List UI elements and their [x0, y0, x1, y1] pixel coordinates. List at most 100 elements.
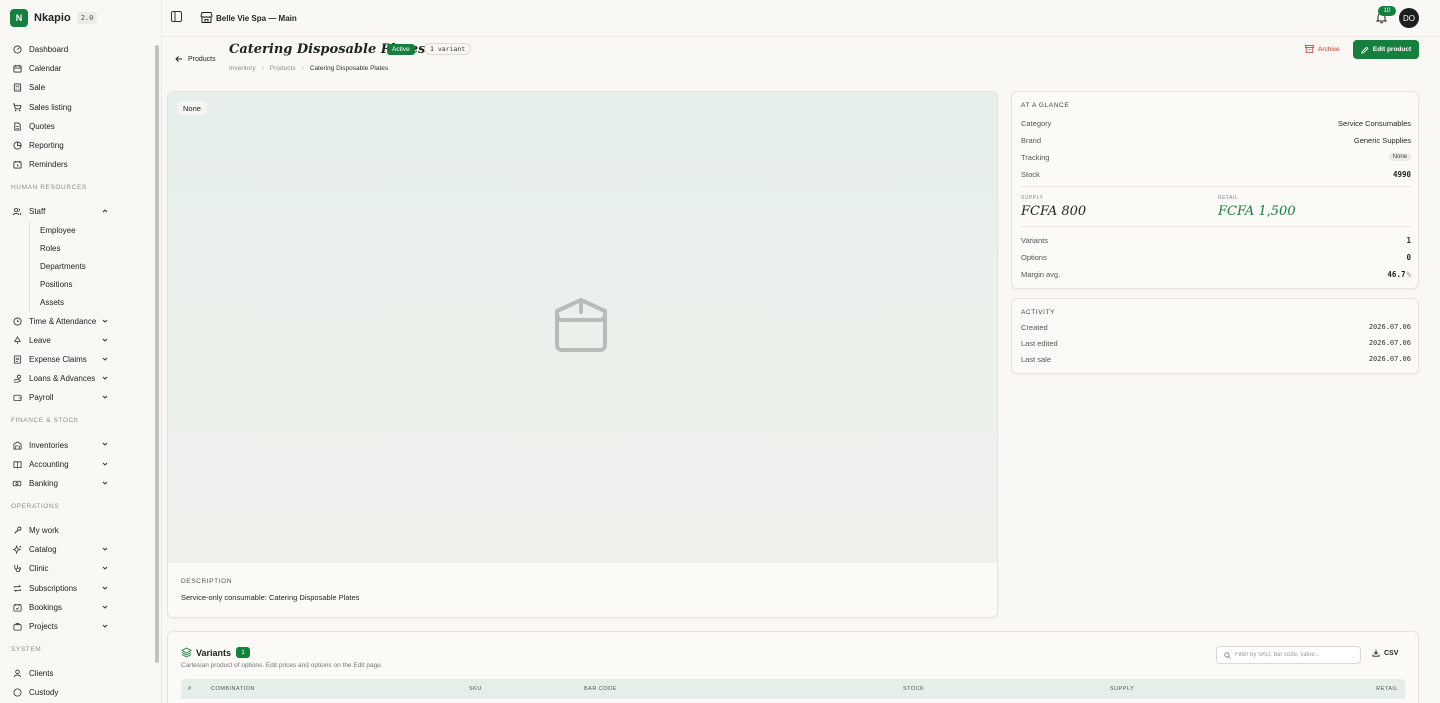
sidebar-item-label: Sales listing [29, 102, 72, 112]
csv-export-button[interactable]: CSV [1372, 649, 1398, 657]
breadcrumb-inventory[interactable]: Inventory [229, 65, 256, 72]
sidebar-item-label: Banking [29, 478, 58, 488]
sidebar-item-label: Expense Claims [29, 354, 87, 364]
variants-table-header: # COMBINATION SKU BAR CODE STOCK SUPPLY … [181, 679, 1405, 699]
stethoscope-icon [12, 564, 22, 574]
avatar[interactable]: DO [1399, 8, 1419, 28]
staff-submenu: Employee Roles Departments Positions Ass… [0, 221, 155, 312]
last-edited-row: Last edited 2026.07.06 [1021, 337, 1411, 349]
glance-divider [1021, 186, 1411, 187]
variant-filter-input[interactable] [1235, 652, 1355, 658]
brand-label: Brand [1021, 135, 1042, 145]
sidebar-item-inventories[interactable]: Inventories [0, 435, 155, 454]
column-header-retail: RETAIL [1376, 686, 1398, 692]
sidebar-item-label: Projects [29, 622, 58, 632]
document-icon [12, 121, 22, 131]
sidebar-item-staff[interactable]: Staff [0, 202, 155, 221]
sparkles-icon [12, 545, 22, 555]
sidebar-item-label: Staff [29, 207, 46, 217]
chevron-down-icon [102, 338, 108, 342]
user-icon [12, 669, 22, 679]
dashboard-icon [12, 45, 22, 55]
status-badge: Active [387, 44, 415, 55]
brand-value: Generic Supplies [1353, 135, 1411, 145]
sidebar-item-label: Leave [29, 335, 51, 345]
variants-label: Variants [1021, 235, 1048, 245]
back-to-products-link[interactable]: Products [175, 55, 216, 63]
archive-button[interactable]: Archive [1305, 45, 1340, 53]
sidebar-item-calendar[interactable]: Calendar [0, 59, 155, 78]
edit-button-label: Edit product [1372, 46, 1412, 53]
sidebar-item-label: Loans & Advances [29, 374, 96, 384]
sidebar-subitem-assets[interactable]: Assets [0, 294, 155, 312]
variants-title: Variants [196, 648, 232, 658]
warehouse-icon [12, 440, 22, 450]
image-tag: None [177, 101, 207, 115]
sidebar-item-custody[interactable]: Custody [0, 683, 155, 702]
sidebar-item-label: Sale [29, 83, 46, 93]
chevron-down-icon [102, 586, 108, 590]
sidebar-item-quotes[interactable]: Quotes [0, 117, 155, 136]
sidebar-item-expense-claims[interactable]: Expense Claims [0, 350, 155, 369]
panel-toggle-icon[interactable] [171, 11, 182, 22]
column-header-index: # [188, 686, 192, 692]
breadcrumb: Inventory › Products › Catering Disposab… [229, 65, 388, 72]
sidebar-item-reminders[interactable]: Reminders [0, 155, 155, 174]
sidebar-item-catalog[interactable]: Catalog [0, 540, 155, 559]
glance-divider [1021, 226, 1411, 227]
pencil-icon [1361, 46, 1369, 54]
sidebar-item-label: Custody [29, 688, 59, 698]
sidebar-item-projects[interactable]: Projects [0, 617, 155, 636]
sidebar-item-sale[interactable]: Sale [0, 78, 155, 97]
sidebar-item-time-attendance[interactable]: Time & Attendance [0, 312, 155, 331]
category-value: Service Consumables [1338, 118, 1411, 128]
wrench-icon [12, 526, 22, 536]
sidebar-item-payroll[interactable]: Payroll [0, 388, 155, 407]
custody-icon [12, 688, 22, 698]
created-row: Created 2026.07.06 [1021, 321, 1411, 333]
sidebar-item-dashboard[interactable]: Dashboard [0, 40, 155, 59]
variant-count-badge: 1 variant [424, 43, 472, 55]
brand[interactable]: N Nkapio 2.0 [10, 9, 98, 27]
sidebar-item-subscriptions[interactable]: Subscriptions [0, 579, 155, 598]
sidebar-subitem-departments[interactable]: Departments [0, 258, 155, 276]
sidebar-item-accounting[interactable]: Accounting [0, 455, 155, 474]
store-name[interactable]: Belle Vie Spa — Main [216, 14, 297, 23]
sidebar-item-clinic[interactable]: Clinic [0, 559, 155, 578]
pie-chart-icon [12, 141, 22, 151]
sidebar-item-leave[interactable]: Leave [0, 331, 155, 350]
brand-logo: N [10, 9, 28, 27]
sidebar-item-banking[interactable]: Banking [0, 474, 155, 493]
breadcrumb-products[interactable]: Products [270, 65, 296, 72]
chevron-down-icon [102, 605, 108, 609]
margin-row: Margin avg. 46.7% [1021, 268, 1411, 280]
last-sale-row: Last sale 2026.07.06 [1021, 353, 1411, 365]
variant-filter[interactable] [1216, 646, 1361, 664]
sidebar-item-sales-listing[interactable]: Sales listing [0, 98, 155, 117]
sidebar-item-reporting[interactable]: Reporting [0, 136, 155, 155]
sidebar: N Nkapio 2.0 Dashboard Calendar Sale Sal… [0, 0, 162, 703]
tracking-label: Tracking [1021, 152, 1050, 162]
notification-count-badge: 10 [1378, 6, 1396, 16]
clock-icon [12, 316, 22, 326]
sidebar-item-loans-advances[interactable]: Loans & Advances [0, 369, 155, 388]
sidebar-scrollbar[interactable] [155, 45, 159, 663]
edit-product-button[interactable]: Edit product [1353, 40, 1419, 59]
banknote-icon [12, 478, 22, 488]
chevron-down-icon [102, 395, 108, 399]
sidebar-subitem-roles[interactable]: Roles [0, 240, 155, 258]
created-label: Created [1021, 322, 1048, 332]
sidebar-item-clients[interactable]: Clients [0, 664, 155, 683]
last-edited-date: 2026.07.06 [1368, 339, 1411, 347]
sidebar-subitem-employee[interactable]: Employee [0, 222, 155, 240]
stock-value: 4990 [1392, 169, 1411, 179]
sidebar-item-my-work[interactable]: My work [0, 521, 155, 540]
calendar-icon [12, 64, 22, 74]
product-image-area: None [168, 92, 997, 563]
description-heading: DESCRIPTION [181, 578, 233, 585]
tracking-badge: None [1388, 153, 1411, 161]
sidebar-item-bookings[interactable]: Bookings [0, 598, 155, 617]
column-header-combination: COMBINATION [211, 686, 255, 692]
sidebar-subitem-positions[interactable]: Positions [0, 276, 155, 294]
receipt-icon [12, 354, 22, 364]
